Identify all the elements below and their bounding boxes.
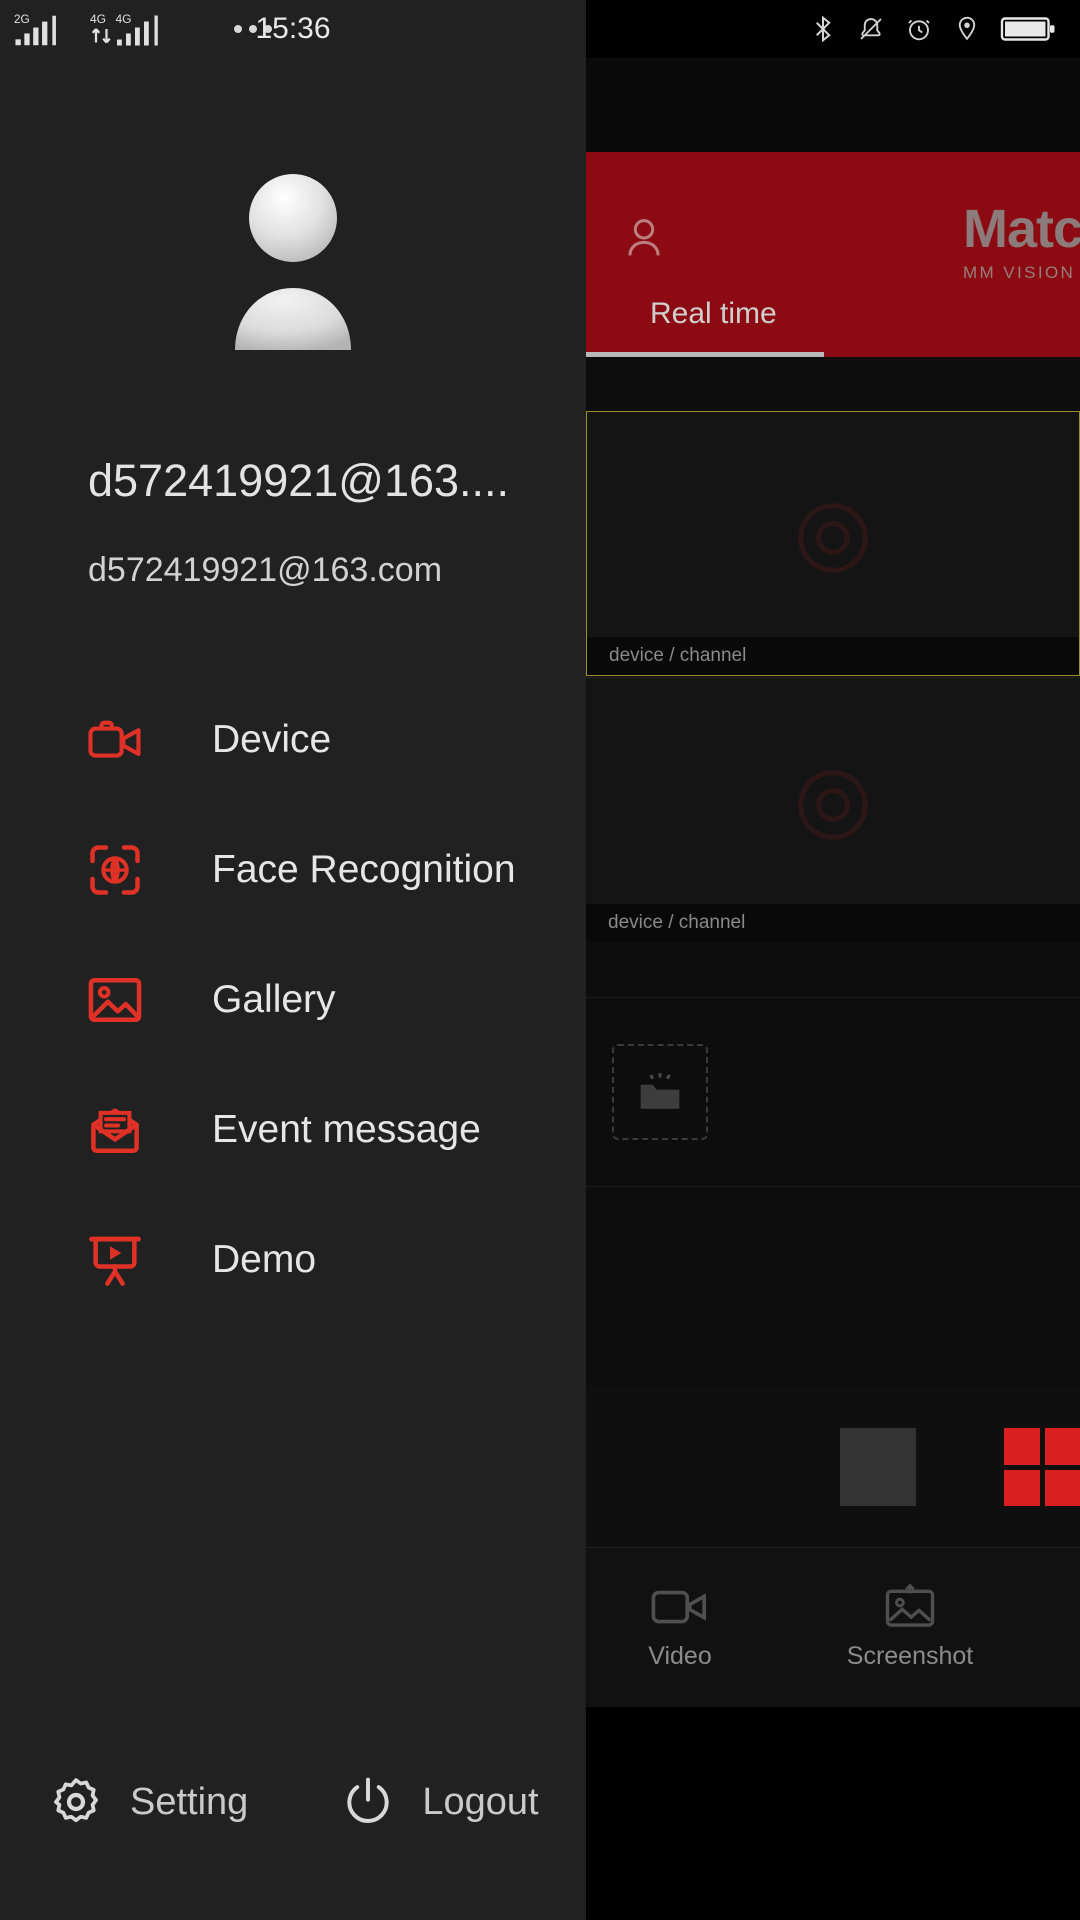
app-tabbar: Real time bbox=[586, 285, 1080, 357]
layout-selector bbox=[586, 1387, 1080, 1547]
menu-item-event-message[interactable]: Event message bbox=[0, 1065, 586, 1195]
layout-single-icon[interactable] bbox=[840, 1428, 916, 1506]
logout-label: Logout bbox=[422, 1780, 539, 1823]
menu-item-label: Event message bbox=[212, 1108, 481, 1151]
empty-video-slot[interactable] bbox=[586, 997, 1080, 1187]
setting-button[interactable]: Setting bbox=[0, 1774, 248, 1830]
tool-video[interactable]: Video bbox=[610, 1584, 750, 1671]
location-pin-icon bbox=[958, 16, 976, 41]
app-screen: Matc MM VISION Real time device / channe… bbox=[0, 0, 1080, 1920]
navigation-drawer: 2G 4G 4G 15:36 d572419921@163.... d57241… bbox=[0, 0, 586, 1920]
setting-label: Setting bbox=[130, 1780, 249, 1823]
layout-quad-icon[interactable] bbox=[1004, 1428, 1080, 1506]
tab-real-time[interactable]: Real time bbox=[650, 297, 777, 331]
avatar-container[interactable] bbox=[0, 170, 586, 350]
drawer-footer: Setting Logout bbox=[0, 1742, 586, 1862]
bottom-toolbar: Video Screenshot bbox=[586, 1547, 1080, 1707]
video-cell-caption: device / channel bbox=[587, 637, 1079, 675]
video-record-icon bbox=[651, 1590, 706, 1624]
video-cell-caption: device / channel bbox=[586, 904, 1080, 942]
drawer-menu: Device Face Recognition Gallery Event me… bbox=[0, 675, 586, 1325]
video-cell[interactable]: device / channel bbox=[586, 411, 1080, 676]
status-bar-left: 2G 4G 4G 15:36 bbox=[0, 0, 586, 58]
envelope-icon bbox=[88, 1103, 142, 1157]
menu-item-device[interactable]: Device bbox=[0, 675, 586, 805]
menu-item-label: Gallery bbox=[212, 978, 336, 1021]
menu-item-face-recognition[interactable]: Face Recognition bbox=[0, 805, 586, 935]
presentation-play-icon bbox=[88, 1233, 142, 1287]
image-icon bbox=[88, 973, 142, 1027]
camera-ghost-icon bbox=[798, 769, 868, 840]
alarm-clock-icon bbox=[908, 19, 930, 41]
logout-button[interactable]: Logout bbox=[248, 1774, 539, 1830]
menu-item-label: Face Recognition bbox=[212, 848, 516, 891]
tool-screenshot[interactable]: Screenshot bbox=[840, 1584, 980, 1671]
tool-screenshot-label: Screenshot bbox=[846, 1642, 974, 1670]
face-scan-icon bbox=[88, 843, 142, 897]
status-clock: 15:36 bbox=[255, 12, 331, 45]
video-grid: device / channel device / channel bbox=[586, 357, 1080, 1387]
folder-open-icon bbox=[640, 1073, 680, 1109]
menu-item-label: Demo bbox=[212, 1238, 317, 1281]
user-email: d572419921@163.com bbox=[88, 551, 443, 589]
video-cell[interactable]: device / channel bbox=[586, 677, 1080, 942]
gear-icon bbox=[54, 1778, 98, 1823]
app-header: Matc MM VISION Real time bbox=[586, 152, 1080, 357]
add-device-dropzone[interactable] bbox=[612, 1044, 708, 1140]
status-bar-right bbox=[586, 0, 1080, 58]
power-icon bbox=[347, 1777, 389, 1823]
menu-item-gallery[interactable]: Gallery bbox=[0, 935, 586, 1065]
brand-logo: Matc MM VISION bbox=[963, 202, 1080, 283]
avatar bbox=[235, 174, 351, 350]
bluetooth-icon bbox=[816, 15, 831, 43]
bottom-black-area bbox=[586, 1707, 1080, 1920]
brand-name: Matc bbox=[962, 199, 1080, 259]
screenshot-icon bbox=[885, 1584, 935, 1627]
video-camera-icon bbox=[88, 713, 142, 767]
menu-item-demo[interactable]: Demo bbox=[0, 1195, 586, 1325]
battery-icon bbox=[1000, 17, 1055, 41]
bell-muted-icon bbox=[860, 18, 882, 40]
brand-subtitle: MM VISION bbox=[962, 263, 1076, 282]
person-outline-icon[interactable] bbox=[618, 212, 670, 264]
camera-ghost-icon bbox=[798, 503, 868, 573]
user-name: d572419921@163.... bbox=[88, 455, 510, 506]
menu-item-label: Device bbox=[212, 718, 332, 761]
tool-video-label: Video bbox=[648, 1642, 712, 1670]
